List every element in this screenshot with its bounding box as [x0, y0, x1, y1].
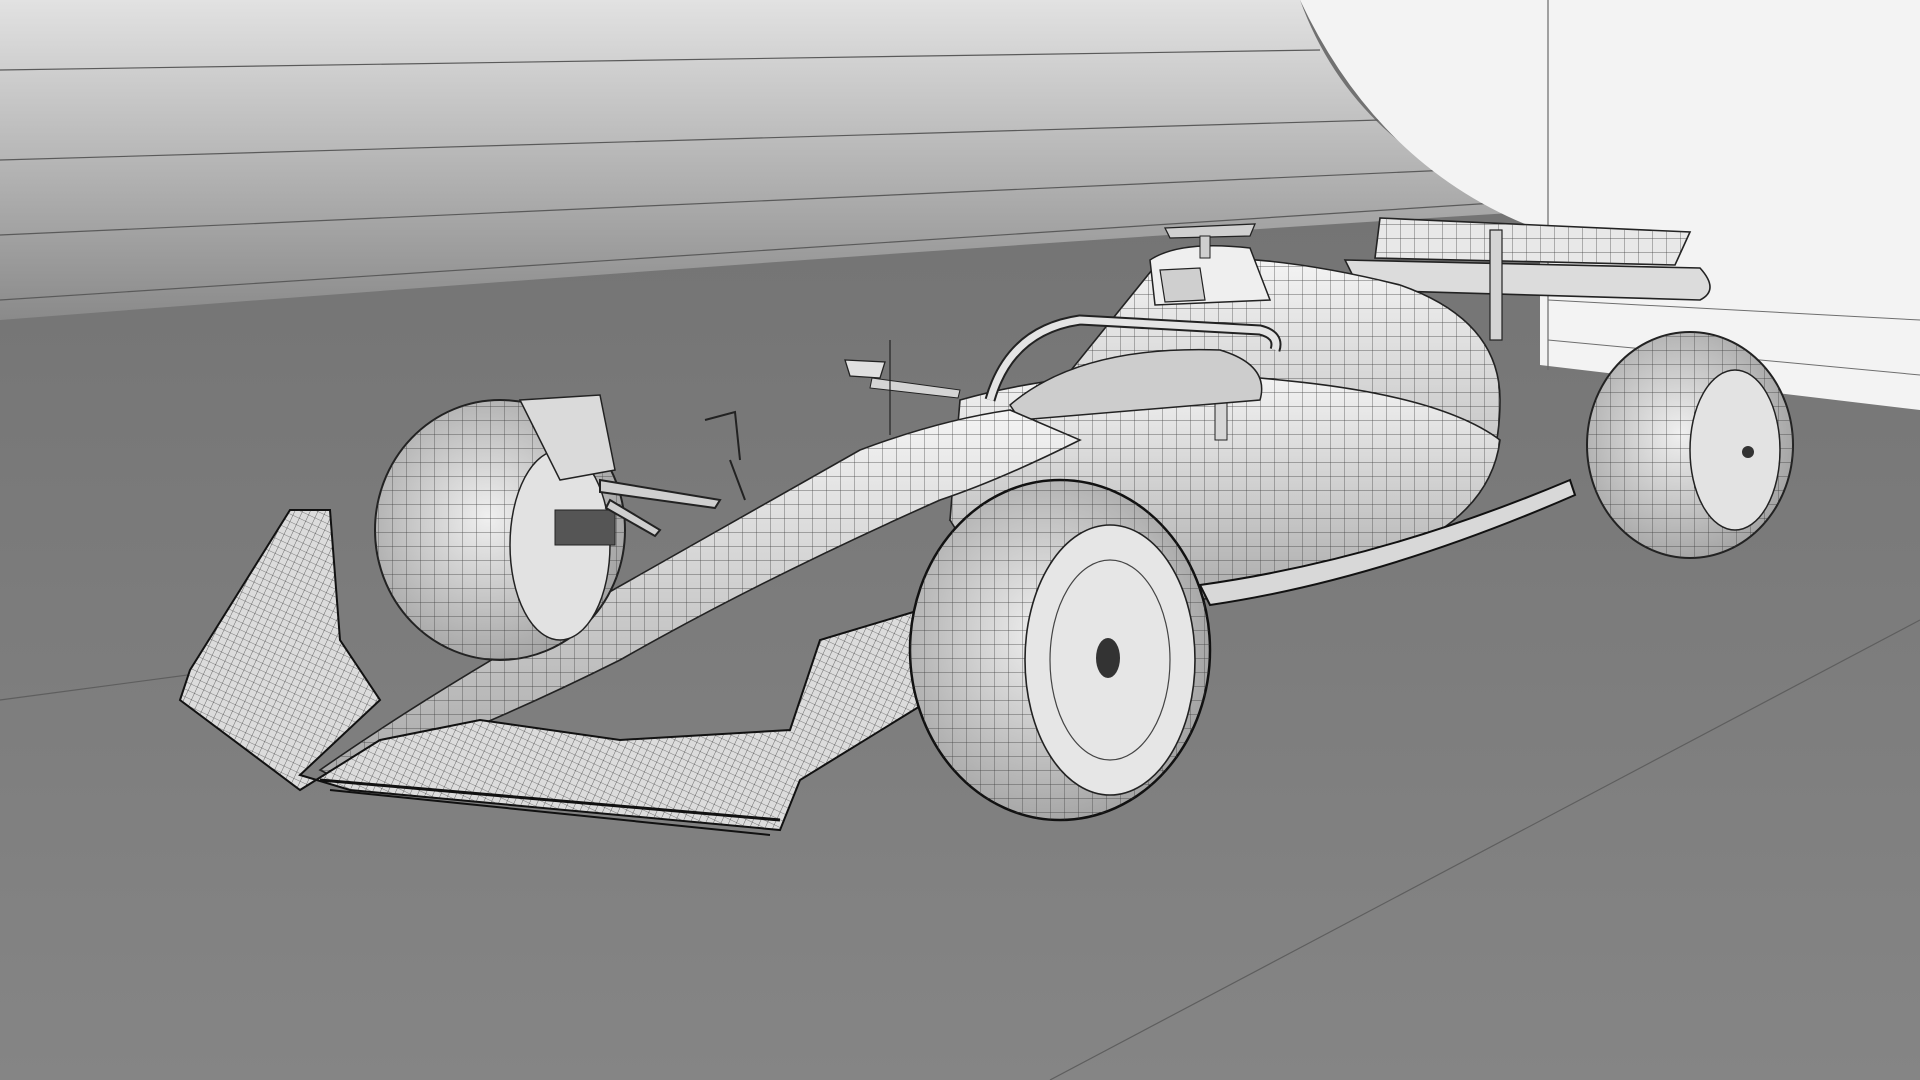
front-wheel-near [908, 478, 1212, 822]
rear-wheel-far [1586, 331, 1794, 559]
viewport-scene [0, 0, 1920, 1080]
